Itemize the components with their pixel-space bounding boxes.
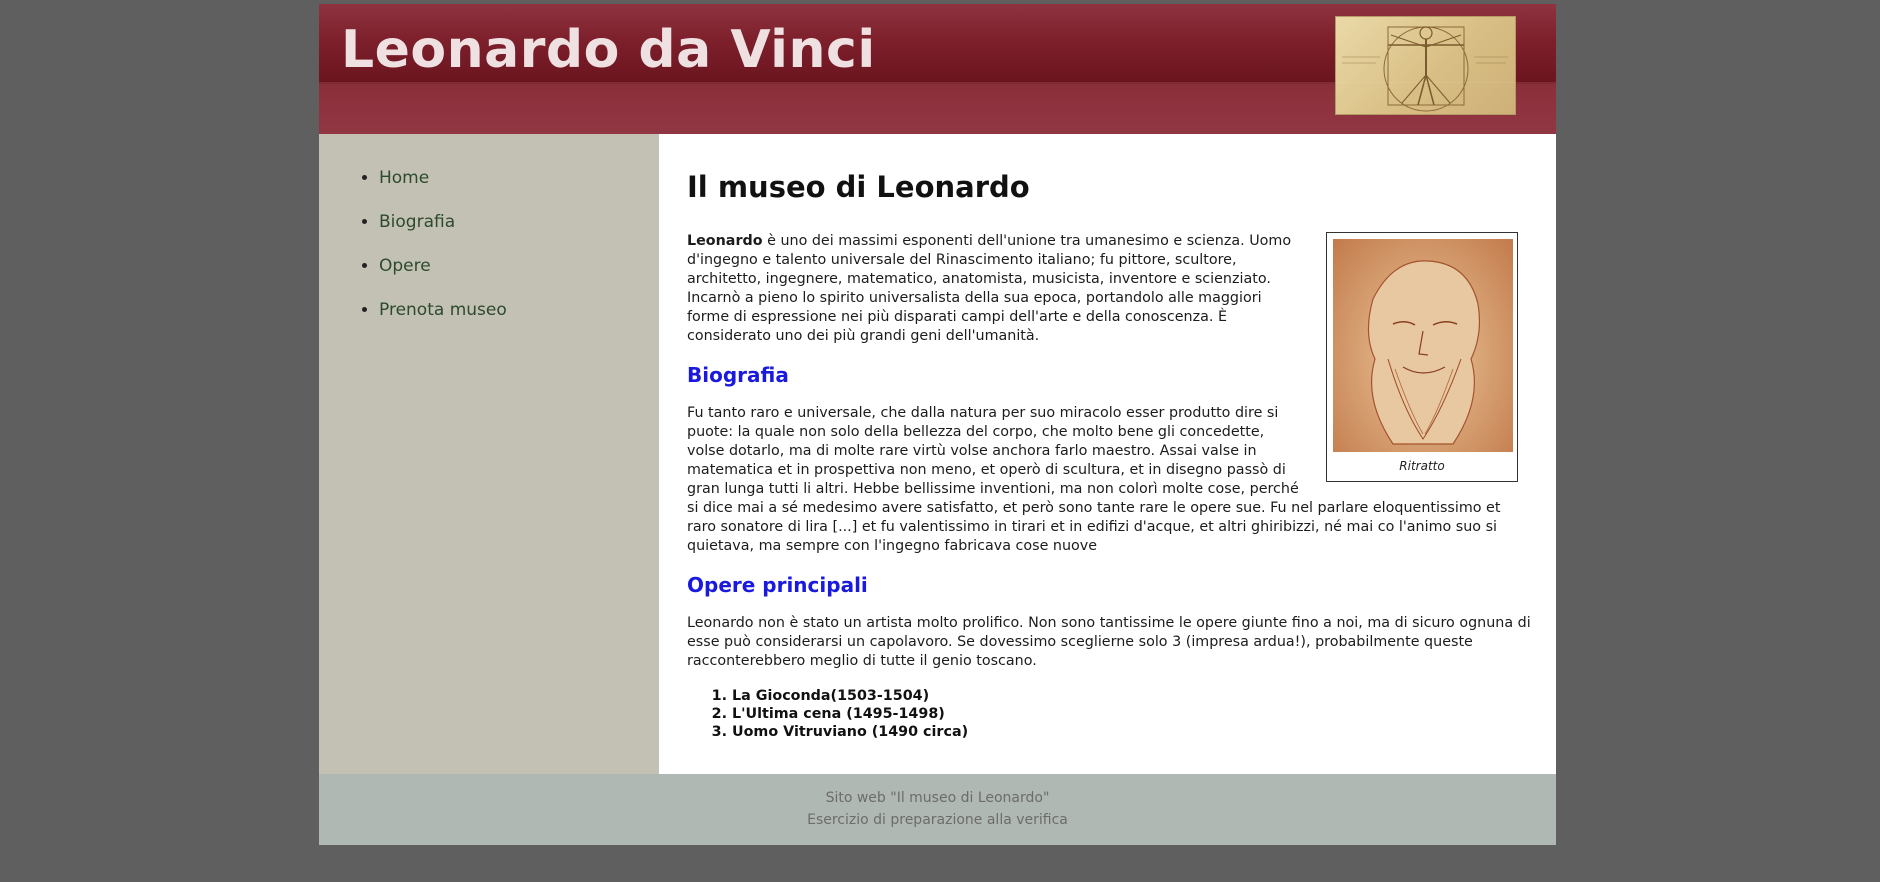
nav-link-biografia[interactable]: Biografia [379,212,455,232]
sidebar-nav: Home Biografia Opere Prenota museo [379,166,507,342]
nav-item-opere[interactable]: Opere [379,254,507,298]
page-title: Il museo di Leonardo [687,170,1030,204]
list-item: Uomo Vitruviano (1490 circa) [732,723,1532,741]
content-inner: Il museo di Leonardo Ritratto Leonardo è… [687,170,1532,741]
list-item: La Gioconda(1503-1504) [732,687,1532,705]
intro-text: è uno dei massimi esponenti dell'unione … [687,233,1292,344]
site-title: Leonardo da Vinci [341,20,876,80]
footer-line-2: Esercizio di preparazione alla verifica [807,812,1068,828]
nav-link-home[interactable]: Home [379,168,429,188]
nav-item-home[interactable]: Home [379,166,507,210]
portrait-caption: Ritratto [1399,459,1445,473]
footer-line-1: Sito web "Il museo di Leonardo" [825,790,1050,806]
opere-paragraph: Leonardo non è stato un artista molto pr… [687,615,1531,669]
opere-heading: Opere principali [687,573,868,597]
works-list: La Gioconda(1503-1504) L'Ultima cena (14… [687,687,1532,741]
sidebar: Home Biografia Opere Prenota museo [319,134,659,774]
main-content: Il museo di Leonardo Ritratto Leonardo è… [659,134,1556,774]
site-header: Leonardo da Vinci [319,4,1556,134]
nav-link-opere[interactable]: Opere [379,256,431,276]
leonardo-portrait-icon [1367,260,1481,445]
vitruvian-man-icon [1342,26,1508,112]
portrait-image [1333,239,1513,452]
vitruvian-man-image [1335,16,1516,115]
page-container: Leonardo da Vinci Home [319,4,1556,845]
list-item: L'Ultima cena (1495-1498) [732,705,1532,723]
nav-item-biografia[interactable]: Biografia [379,210,507,254]
intro-bold: Leonardo [687,233,763,249]
site-footer: Sito web "Il museo di Leonardo" Esercizi… [319,774,1556,845]
portrait-figure: Ritratto [1326,232,1518,482]
nav-link-prenota-museo[interactable]: Prenota museo [379,300,507,320]
nav-item-prenota-museo[interactable]: Prenota museo [379,298,507,342]
footer-text: Sito web "Il museo di Leonardo" Esercizi… [319,787,1556,831]
